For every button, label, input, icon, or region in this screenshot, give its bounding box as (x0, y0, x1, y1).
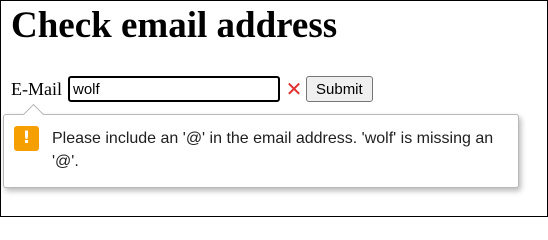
validation-message: Please include an '@' in the email addre… (52, 130, 494, 170)
close-icon: ✕ (285, 77, 303, 101)
page-title: Check email address (11, 5, 338, 46)
tooltip-arrow (22, 103, 45, 126)
email-form: E-Mail ✕ Submit (11, 75, 373, 103)
email-field[interactable] (68, 76, 280, 102)
submit-button[interactable]: Submit (306, 76, 373, 102)
warning-icon: ! (14, 126, 39, 151)
page-frame: Check email address E-Mail ✕ Submit ! Pl… (0, 0, 548, 217)
validation-tooltip: ! Please include an '@' in the email add… (3, 103, 519, 188)
email-label: E-Mail (11, 78, 62, 99)
